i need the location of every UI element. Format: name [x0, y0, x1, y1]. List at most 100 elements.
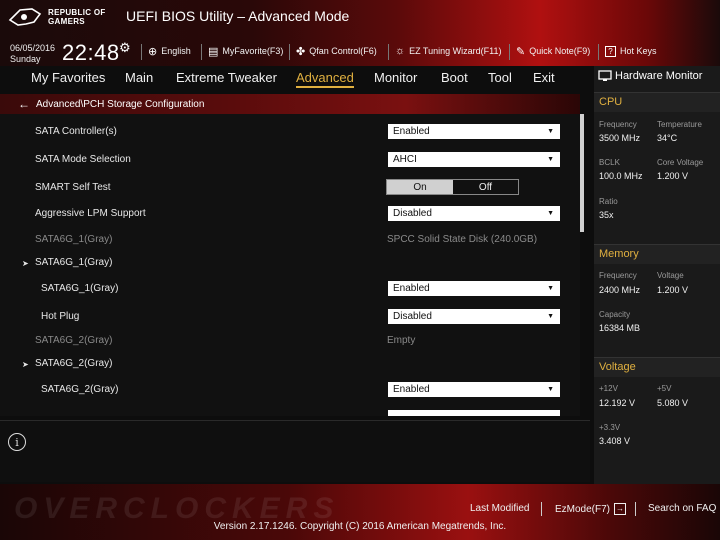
tab-exit[interactable]: Exit — [533, 70, 555, 85]
tab-extreme-tweaker[interactable]: Extreme Tweaker — [176, 70, 277, 85]
header-separator — [509, 44, 510, 60]
note-icon: ✎ — [516, 45, 526, 58]
back-arrow-icon[interactable]: ← — [18, 97, 30, 111]
tab-tool[interactable]: Tool — [488, 70, 512, 85]
clock-display: 22:48 — [62, 40, 120, 65]
header-bar: REPUBLIC OF GAMERS UEFI BIOS Utility – A… — [0, 0, 720, 66]
quick-note-button[interactable]: ✎ Quick Note(F9) — [516, 44, 590, 58]
memory-capacity-label: Capacity — [599, 310, 631, 319]
ez-tuning-wizard-button[interactable]: ☼ EZ Tuning Wizard(F11) — [395, 44, 501, 58]
qfan-control-button[interactable]: ✤ Qfan Control(F6) — [296, 44, 377, 58]
tab-my-favorites[interactable]: My Favorites — [31, 70, 105, 85]
ezmode-label: EzMode(F7) — [555, 503, 611, 515]
voltage-5v-label: +5V — [657, 384, 672, 393]
cpu-bclk-value: 100.0 MHz — [599, 171, 643, 181]
hardware-monitor-panel: Hardware Monitor CPU Frequency Temperatu… — [594, 66, 720, 484]
myfavorite-label: MyFavorite(F3) — [222, 46, 284, 56]
footer-separator — [541, 502, 542, 516]
cpu-temperature-label: Temperature — [657, 120, 702, 129]
cpu-frequency-value: 3500 MHz — [599, 133, 641, 143]
memory-capacity-value: 16384 MB — [599, 323, 641, 333]
settings-scrollbar[interactable] — [580, 114, 584, 232]
clock-settings-gear-icon[interactable]: ⚙ — [119, 40, 131, 56]
hardware-monitor-label: Hardware Monitor — [615, 70, 703, 82]
toggle-off-option[interactable]: Off — [453, 180, 518, 194]
ez-tuning-wizard-label: EZ Tuning Wizard(F11) — [409, 46, 502, 56]
sata-mode-label: SATA Mode Selection — [35, 154, 131, 165]
dropdown-caret-icon: ▼ — [547, 128, 554, 135]
header-separator — [201, 44, 202, 60]
voltage-section-header: Voltage — [594, 357, 720, 377]
memory-title: Memory — [599, 248, 639, 260]
title-bar: REPUBLIC OF GAMERS UEFI BIOS Utility – A… — [0, 0, 720, 36]
sata6g-1-enable-select[interactable]: Enabled ▼ — [388, 281, 560, 296]
tab-main[interactable]: Main — [125, 70, 153, 85]
bulb-icon: ☼ — [395, 45, 406, 57]
sata6g-2-enable-label: SATA6G_2(Gray) — [41, 384, 119, 395]
sata6g-2-enable-select[interactable]: Enabled ▼ — [388, 382, 560, 397]
main-tab-bar: My Favorites Main Extreme Tweaker Advanc… — [0, 66, 590, 90]
rog-brand-text: REPUBLIC OF GAMERS — [48, 8, 106, 26]
hardware-monitor-title: Hardware Monitor — [598, 70, 702, 82]
last-modified-button[interactable]: Last Modified — [470, 503, 529, 514]
dropdown-caret-icon: ▼ — [547, 386, 554, 393]
app-title: UEFI BIOS Utility – Advanced Mode — [126, 8, 350, 24]
voltage-3v3-value: 3.408 V — [599, 436, 631, 446]
language-label: English — [161, 46, 191, 56]
monitor-icon — [598, 70, 612, 81]
sata-controller-label: SATA Controller(s) — [35, 126, 117, 137]
smart-self-test-toggle[interactable]: On Off — [386, 179, 519, 195]
toggle-on-option[interactable]: On — [387, 180, 453, 194]
header-separator — [598, 44, 599, 60]
day-text: Sunday — [10, 54, 41, 64]
tab-advanced[interactable]: Advanced — [296, 70, 354, 88]
sata-mode-select[interactable]: AHCI ▼ — [388, 152, 560, 167]
aggressive-lpm-label: Aggressive LPM Support — [35, 208, 146, 219]
ezmode-button[interactable]: EzMode(F7) → — [555, 503, 627, 515]
hot-plug-select[interactable]: Disabled ▼ — [388, 309, 560, 324]
memory-voltage-value: 1.200 V — [657, 285, 689, 295]
version-text: Version 2.17.1246. Copyright (C) 2016 Am… — [213, 521, 507, 532]
voltage-5v-value: 5.080 V — [657, 398, 689, 408]
rog-logo-icon — [8, 8, 42, 26]
cpu-frequency-label: Frequency — [599, 120, 637, 129]
expand-arrow-icon[interactable]: ➤ — [22, 259, 29, 268]
qfan-control-label: Qfan Control(F6) — [309, 46, 377, 56]
voltage-3v3-label: +3.3V — [599, 423, 621, 432]
sata-controller-value: Enabled — [393, 126, 430, 137]
memory-section-header: Memory — [594, 244, 720, 264]
date-display: 06/05/2016 Sunday — [10, 43, 55, 65]
voltage-title: Voltage — [599, 361, 636, 373]
hot-keys-button[interactable]: ? Hot Keys — [605, 44, 657, 58]
brand-line-1: REPUBLIC OF — [48, 8, 106, 17]
sata6g-1-enable-value: Enabled — [393, 283, 430, 294]
sata6g-2-device: Empty — [387, 335, 416, 346]
sata-mode-value: AHCI — [393, 154, 417, 165]
partial-next-select[interactable] — [388, 410, 560, 416]
aggressive-lpm-select[interactable]: Disabled ▼ — [388, 206, 560, 221]
search-faq-button[interactable]: Search on FAQ — [648, 503, 716, 514]
dropdown-caret-icon: ▼ — [547, 210, 554, 217]
sata6g-1-enable-label: SATA6G_1(Gray) — [41, 283, 119, 294]
tab-boot[interactable]: Boot — [441, 70, 468, 85]
sata6g-2-info-label: SATA6G_2(Gray) — [35, 335, 113, 346]
cpu-temperature-value: 34°C — [657, 133, 678, 143]
date-text: 06/05/2016 — [10, 43, 56, 53]
header-separator — [388, 44, 389, 60]
expand-arrow-icon[interactable]: ➤ — [22, 360, 29, 369]
sata6g-1-info-label: SATA6G_1(Gray) — [35, 234, 113, 245]
memory-voltage-label: Voltage — [657, 271, 684, 280]
cpu-core-voltage-value: 1.200 V — [657, 171, 689, 181]
tab-monitor[interactable]: Monitor — [374, 70, 417, 85]
help-panel: i — [0, 420, 590, 482]
sata-controller-select[interactable]: Enabled ▼ — [388, 124, 560, 139]
sata6g-1-group[interactable]: SATA6G_1(Gray) — [35, 257, 112, 268]
myfavorite-button[interactable]: ▤ MyFavorite(F3) — [208, 44, 283, 58]
dropdown-caret-icon: ▼ — [547, 313, 554, 320]
footer-bar: OVERCLOCKERS Last Modified EzMode(F7) → … — [0, 484, 720, 540]
language-button[interactable]: ⊕ English — [148, 44, 191, 58]
cpu-title: CPU — [599, 96, 623, 108]
aggressive-lpm-value: Disabled — [393, 208, 432, 219]
cpu-core-voltage-label: Core Voltage — [657, 158, 704, 167]
sata6g-2-group[interactable]: SATA6G_2(Gray) — [35, 358, 112, 369]
